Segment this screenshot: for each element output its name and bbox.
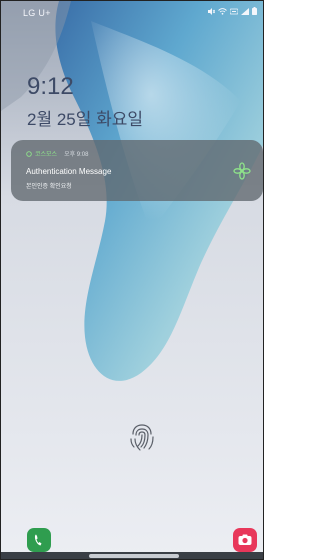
clover-small-icon — [26, 150, 32, 157]
phone-shortcut[interactable] — [27, 528, 51, 552]
notification-app-name: 코스모스 — [35, 152, 58, 158]
lock-screen: LG U+ 9:12 2월 25일 화요일 코스모스 오후 9:08 Authe… — [0, 0, 264, 560]
lock-date: 2월 25일 화요일 — [27, 110, 144, 129]
mute-icon — [208, 7, 215, 15]
lock-clock: 9:12 — [27, 73, 74, 100]
fingerprint-icon[interactable] — [128, 422, 156, 454]
notification-time: 오후 9:08 — [64, 152, 89, 158]
battery-icon — [252, 7, 257, 15]
home-indicator[interactable] — [89, 554, 179, 558]
notification-header: 코스모스 오후 9:08 — [26, 149, 88, 158]
phone-icon — [34, 534, 42, 546]
carrier-label: LG U+ — [23, 8, 51, 18]
clover-icon — [233, 162, 251, 180]
notification-body: 본인인증 확인요청 — [26, 184, 72, 190]
wifi-icon — [218, 7, 227, 15]
camera-icon — [238, 534, 252, 545]
notification-title: Authentication Message — [26, 167, 112, 176]
camera-shortcut[interactable] — [233, 528, 257, 552]
lte-icon — [230, 8, 238, 14]
status-bar: LG U+ — [1, 1, 263, 25]
status-icons — [208, 7, 257, 15]
notification-card[interactable]: 코스모스 오후 9:08 Authentication Message 본인인증… — [11, 140, 263, 201]
signal-icon — [241, 7, 249, 15]
